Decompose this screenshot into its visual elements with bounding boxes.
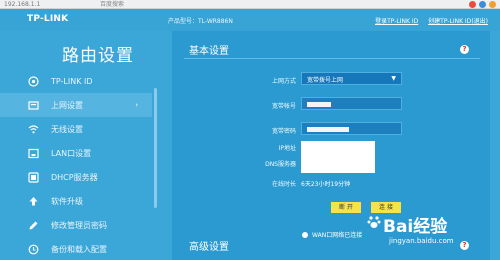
tplink-logo: TP-LINK [27,14,69,24]
ip-address-label: IP地址 [278,145,296,152]
sidebar-item-label: 软件升级 [51,196,83,206]
extension-icon[interactable] [469,1,476,8]
chevron-down-icon: ▼ [391,75,396,82]
wan-type-value: 宽带拨号上网 [307,77,344,84]
sidebar: 路由设置 TP-LINK ID 上网设置 › 无线设置 LAN口设置 DHCP服… [0,31,160,260]
internet-icon [28,100,39,111]
account-links: 登录TP-LINK ID 创建TP-LINK ID(退出) [367,16,488,25]
browser-icons [469,1,496,8]
lan-icon [28,148,39,159]
sidebar-item-label: DHCP服务器 [51,172,98,182]
watermark-title: Bai经验 [383,212,447,237]
section-divider [184,58,480,59]
watermark-url: jingyan.baidu.com [389,237,454,245]
extension-icon[interactable] [479,1,486,8]
address-bar[interactable]: 192.168.1.1 [4,0,40,9]
sidebar-item-label: LAN口设置 [51,148,92,158]
upgrade-icon [28,196,39,207]
login-tplink-id-link[interactable]: 登录TP-LINK ID [375,18,418,25]
browser-tabs: 百度搜索 [82,0,142,9]
account-input[interactable] [301,97,402,110]
password-input[interactable] [301,122,402,135]
help-icon[interactable]: ? [460,45,469,54]
sidebar-scrollbar[interactable] [154,88,157,208]
sidebar-item-upgrade[interactable]: 软件升级 [0,189,152,213]
wan-type-select[interactable]: 宽带拨号上网 ▼ [301,72,402,85]
sidebar-item-label: 无线设置 [51,124,83,134]
radio-indicator [302,231,308,238]
dns-server-label: DNS服务器 [265,161,296,168]
wan-type-label: 上网方式 [271,78,296,85]
online-time-value: 6天23小时19分钟 [301,181,351,188]
sidebar-item-backup[interactable]: 备份和载入配置 [0,237,152,260]
create-tplink-id-link[interactable]: 创建TP-LINK ID [428,18,471,25]
sidebar-item-tplink-id[interactable]: TP-LINK ID [0,69,152,93]
browser-tab[interactable]: 百度搜索 [100,1,124,8]
advanced-settings-title[interactable]: 高级设置 [189,238,229,253]
sidebar-item-dhcp[interactable]: DHCP服务器 [0,165,152,189]
router-header: TP-LINK 产品型号：TL-WR886N 登录TP-LINK ID 创建TP… [0,9,500,31]
sidebar-item-label: TP-LINK ID [51,76,93,86]
redacted-value [307,102,331,107]
sidebar-item-wireless[interactable]: 无线设置 [0,117,152,141]
sidebar-item-label: 修改管理员密码 [51,220,107,230]
product-model: 产品型号：TL-WR886N [168,18,233,25]
wan-status-label: WAN口网络已连接 [312,232,363,239]
sidebar-item-label: 上网设置 [51,100,83,110]
watermark-prefix: Bai [383,217,414,237]
edit-icon [28,220,39,231]
wan-status: WAN口网络已连接 [302,230,362,239]
baidu-paw-icon [367,216,381,228]
basic-settings-title: 基本设置 [189,46,229,57]
sidebar-item-admin-password[interactable]: 修改管理员密码 [0,213,152,237]
sidebar-title: 路由设置 [62,46,134,66]
baidu-jingyan-watermark: Bai经验 jingyan.baidu.com [365,212,490,260]
sidebar-item-internet[interactable]: 上网设置 › [0,93,152,117]
extension-icon[interactable] [489,1,496,8]
online-time-label: 在线时长 [271,181,296,188]
logout-link[interactable]: (退出) [471,18,488,25]
browser-toolbar: 192.168.1.1 百度搜索 [0,0,500,9]
cloud-id-icon [28,75,39,87]
sidebar-item-lan[interactable]: LAN口设置 [0,141,152,165]
backup-icon [28,244,39,255]
password-label: 宽带密码 [271,128,296,135]
wifi-icon [28,124,39,135]
disconnect-button[interactable]: 断 开 [331,202,361,213]
redacted-value [307,127,349,132]
watermark-suffix: 经验 [413,217,448,237]
sidebar-item-label: 备份和载入配置 [51,244,107,254]
ip-dns-values [301,141,375,173]
dhcp-icon [28,171,39,183]
chevron-right-icon: › [135,101,138,109]
account-label: 宽带帐号 [271,103,296,110]
